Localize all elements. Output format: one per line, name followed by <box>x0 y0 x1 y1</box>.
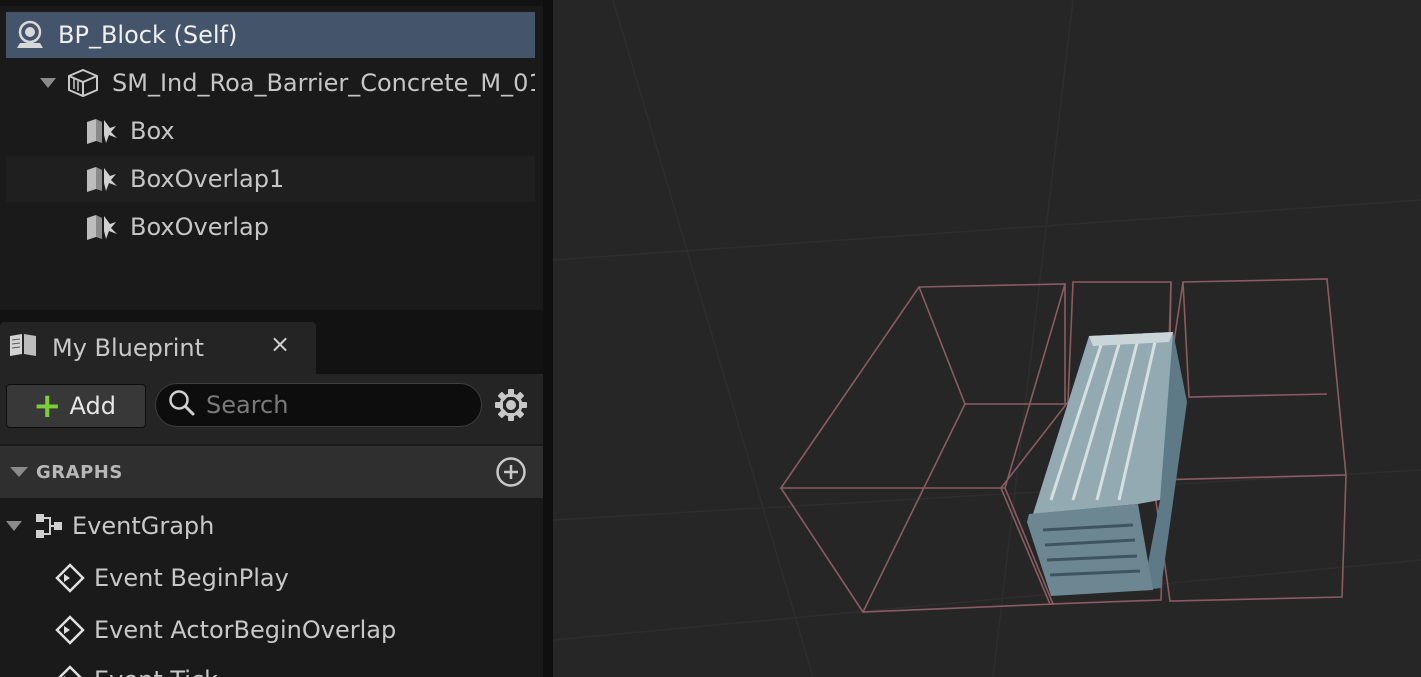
component-mesh-label: SM_Ind_Roa_Barrier_Concrete_M_01 <box>112 69 535 97</box>
barrier-mesh <box>1027 332 1187 596</box>
search-box[interactable] <box>155 383 482 427</box>
graphs-section-header[interactable]: GRAPHS <box>0 446 543 498</box>
event-label: Event BeginPlay <box>94 564 289 592</box>
search-icon <box>168 389 196 421</box>
box-collision-icon <box>84 164 118 194</box>
event-diamond-icon <box>54 614 86 646</box>
gear-icon[interactable] <box>494 388 528 426</box>
add-label: Add <box>69 392 116 420</box>
event-row[interactable]: Event ActorBeginOverlap <box>54 609 396 651</box>
panel-splitter[interactable] <box>543 0 553 677</box>
component-label: BoxOverlap <box>130 213 269 241</box>
close-icon[interactable]: × <box>270 330 290 358</box>
event-graph-row[interactable]: EventGraph <box>6 505 214 547</box>
tab-label: My Blueprint <box>52 334 205 362</box>
actor-icon <box>14 19 46 51</box>
event-row[interactable]: Event Tick <box>54 659 218 677</box>
component-boxoverlap1-row[interactable]: BoxOverlap1 <box>6 156 535 202</box>
plus-icon: + <box>33 386 62 426</box>
expand-arrow-icon[interactable] <box>40 78 56 88</box>
component-box-row[interactable]: Box <box>6 108 535 154</box>
component-boxoverlap-row[interactable]: BoxOverlap <box>6 204 535 250</box>
left-panel: BP_Block (Self) SM_Ind_Roa_Barrier_Concr… <box>0 0 543 677</box>
expand-arrow-icon[interactable] <box>6 521 22 531</box>
viewport[interactable] <box>553 0 1421 677</box>
static-mesh-icon <box>66 67 100 99</box>
collapse-arrow-icon[interactable] <box>10 467 28 477</box>
component-label: Box <box>130 117 175 145</box>
event-label: Event Tick <box>94 666 218 677</box>
search-input[interactable] <box>204 390 468 420</box>
box-collision-icon <box>84 116 118 146</box>
tab-my-blueprint[interactable]: My Blueprint × <box>0 322 316 374</box>
event-diamond-icon <box>54 664 86 677</box>
event-graph-icon <box>34 512 64 540</box>
event-row[interactable]: Event BeginPlay <box>54 557 289 599</box>
blueprint-book-icon <box>8 332 38 364</box>
panel-top-strip <box>0 0 543 6</box>
component-mesh-row[interactable]: SM_Ind_Roa_Barrier_Concrete_M_01 <box>6 60 535 106</box>
component-root-row[interactable]: BP_Block (Self) <box>6 12 535 58</box>
event-label: Event ActorBeginOverlap <box>94 616 397 644</box>
viewport-scene <box>553 0 1421 677</box>
event-diamond-icon <box>54 562 86 594</box>
event-graph-label: EventGraph <box>72 512 215 540</box>
circle-plus-icon[interactable] <box>495 456 527 492</box>
ground-grid <box>553 0 1421 677</box>
component-label: BoxOverlap1 <box>130 165 285 193</box>
box-collision-icon <box>84 212 118 242</box>
component-root-label: BP_Block (Self) <box>58 21 238 49</box>
add-button[interactable]: + Add <box>6 384 146 428</box>
graphs-header-label: GRAPHS <box>36 461 123 483</box>
